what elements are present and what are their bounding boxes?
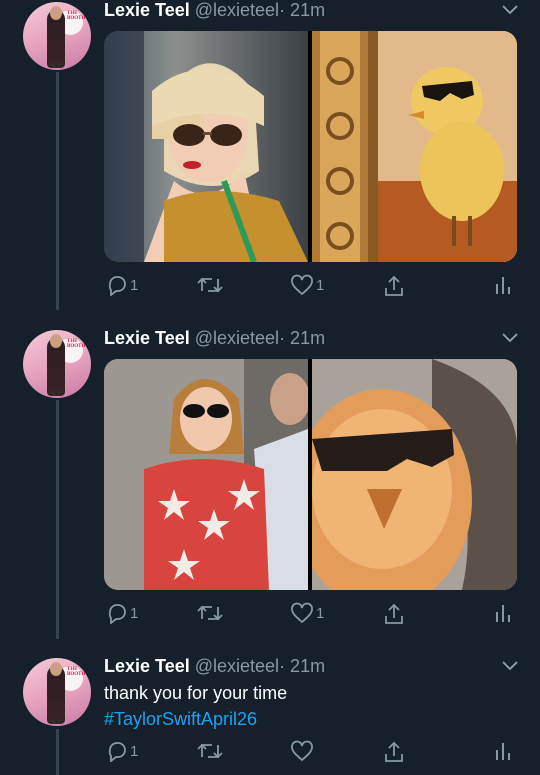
timestamp[interactable]: · 21m [279,656,325,676]
like-button[interactable] [290,740,316,762]
timestamp[interactable]: · 21m [279,0,325,20]
analytics-icon [496,605,510,622]
media-image[interactable] [292,359,517,590]
tweet-header: Lexie Teel @lexieteel· 21m [104,656,325,678]
avatar-logo: THE BOOTH [67,667,86,677]
tweet-text: thank you for your time [104,683,288,703]
analytics-icon [496,743,510,760]
hashtag-link[interactable]: #TaylorSwiftApril26 [104,709,257,730]
reply-button[interactable]: 1 [106,602,138,624]
avatar-logo: THE BOOTH [67,11,86,21]
author-handle[interactable]: @lexieteel [195,328,279,348]
reply-icon [108,742,126,762]
chevron-down-icon[interactable] [501,660,519,672]
like-count: 1 [316,276,325,294]
author-handle[interactable]: @lexieteel [195,656,279,676]
analytics-icon [496,277,510,294]
reply-count: 1 [130,276,139,294]
like-icon [291,740,313,762]
author-name[interactable]: Lexie Teel [104,0,190,20]
reply-icon [108,604,126,624]
media-image[interactable] [104,31,308,262]
tweet[interactable]: THE BOOTH Lexie Teel @lexieteel· 21m 1 1 [0,0,540,310]
chevron-down-icon[interactable] [501,4,519,16]
author-name[interactable]: Lexie Teel [104,328,190,348]
avatar-logo: THE BOOTH [67,339,86,349]
share-button[interactable] [383,274,405,298]
analytics-button[interactable] [494,740,512,762]
retweet-icon [197,743,223,759]
share-icon [385,741,403,762]
chevron-down-icon[interactable] [501,332,519,344]
retweet-button[interactable] [197,602,225,624]
tweet-actions: 1 [0,740,540,766]
reply-count: 1 [130,604,139,622]
reply-button[interactable]: 1 [106,740,138,762]
avatar-head [50,662,62,676]
retweet-button[interactable] [197,274,225,296]
reply-icon [108,276,126,296]
like-button[interactable]: 1 [290,602,324,624]
avatar-head [50,334,62,348]
reply-count: 1 [130,742,139,760]
like-button[interactable]: 1 [290,274,324,296]
reply-button[interactable]: 1 [106,274,138,296]
like-count: 1 [316,604,325,622]
tweet[interactable]: THE BOOTH Lexie Teel @lexieteel· 21m 1 1 [0,328,540,638]
tweet-actions: 1 1 [0,602,540,628]
avatar[interactable]: THE BOOTH [23,2,91,70]
tweet-header: Lexie Teel @lexieteel· 21m [104,0,325,22]
media-grid[interactable] [104,31,517,262]
media-image[interactable] [312,31,517,262]
share-button[interactable] [383,740,405,764]
media-grid[interactable] [104,359,517,590]
author-name[interactable]: Lexie Teel [104,656,190,676]
share-button[interactable] [383,602,405,626]
retweet-icon [197,277,223,293]
like-icon [291,274,313,296]
media-image[interactable] [104,359,310,590]
share-icon [385,275,403,296]
avatar[interactable]: THE BOOTH [23,658,91,726]
author-handle[interactable]: @lexieteel [195,0,279,20]
share-icon [385,603,403,624]
avatar-head [50,6,62,20]
tweet[interactable]: THE BOOTH Lexie Teel @lexieteel· 21m tha… [0,656,540,775]
timestamp[interactable]: · 21m [279,328,325,348]
analytics-button[interactable] [494,602,512,624]
retweet-button[interactable] [197,740,225,762]
retweet-icon [197,605,223,621]
tweet-actions: 1 1 [0,274,540,300]
like-icon [291,602,313,624]
analytics-button[interactable] [494,274,512,296]
avatar[interactable]: THE BOOTH [23,330,91,398]
tweet-header: Lexie Teel @lexieteel· 21m [104,328,325,350]
